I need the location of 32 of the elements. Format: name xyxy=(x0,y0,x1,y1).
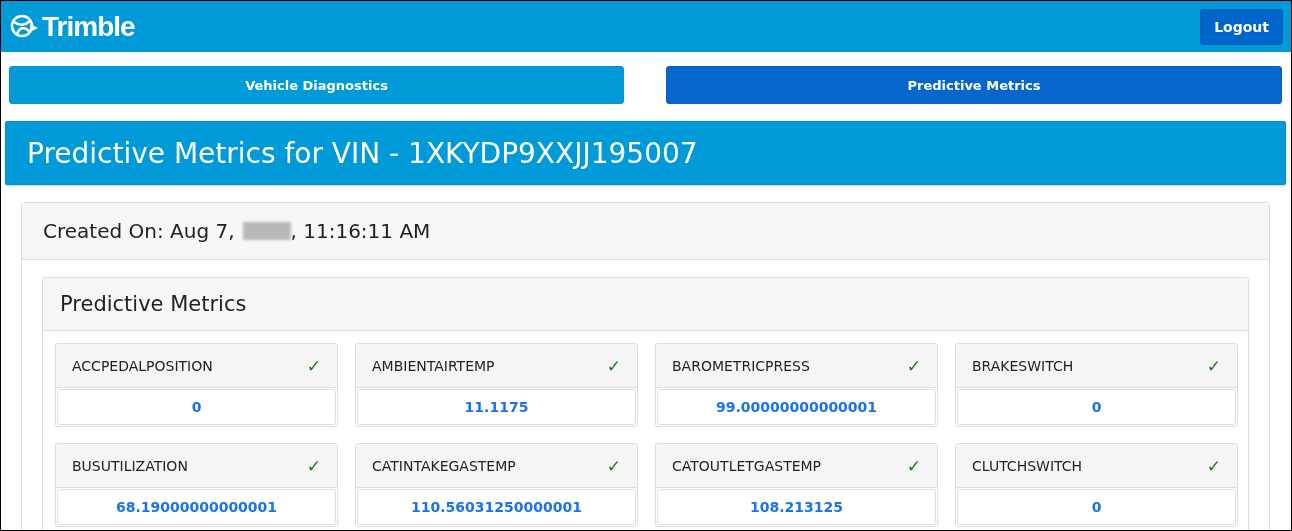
metric-name: AMBIENTAIRTEMP xyxy=(372,357,495,374)
metric-name: CATINTAKEGASTEMP xyxy=(372,457,516,474)
metric-value: 11.1175 xyxy=(464,399,529,415)
metric-value: 0 xyxy=(1091,499,1102,515)
brand-name: Trimble xyxy=(42,10,135,43)
logout-button[interactable]: Logout xyxy=(1200,8,1283,45)
metric-value: 68.19000000000001 xyxy=(115,499,278,515)
created-date: Created On: Aug 7, xyxy=(43,219,235,243)
metric-value: 0 xyxy=(191,399,202,415)
metric-value: 108.213125 xyxy=(750,499,843,515)
metric-value: 99.00000000000001 xyxy=(715,399,878,415)
check-mark: ✓ xyxy=(306,355,321,376)
nav-tab[interactable]: Vehicle Diagnostics xyxy=(9,66,624,104)
nav-tab[interactable]: Predictive Metrics xyxy=(666,66,1282,104)
metric-value: 0 xyxy=(1091,399,1102,415)
created-time: , 11:16:11 AM xyxy=(290,219,431,243)
metric-name: ACCPEDALPOSITION xyxy=(72,357,213,374)
check-mark: ✓ xyxy=(606,355,621,376)
check-mark: ✓ xyxy=(1206,455,1221,476)
metric-value: 110.56031250000001 xyxy=(411,499,582,515)
metric-name: BAROMETRICPRESS xyxy=(672,357,810,374)
check-mark: ✓ xyxy=(906,455,921,476)
check-mark: ✓ xyxy=(1206,355,1221,376)
metric-name: BRAKESWITCH xyxy=(972,357,1074,374)
metric-name: BUSUTILIZATION xyxy=(72,457,188,474)
check-mark: ✓ xyxy=(306,455,321,476)
check-mark: ✓ xyxy=(906,355,921,376)
section-title: Predictive Metrics xyxy=(60,292,247,316)
check-mark: ✓ xyxy=(606,455,621,476)
metric-name: CLUTCHSWITCH xyxy=(972,457,1083,474)
page-title: Predictive Metrics for VIN - 1XKYDP9XXJJ195007 xyxy=(27,136,698,170)
metric-name: CATOUTLETGASTEMP xyxy=(672,457,822,474)
